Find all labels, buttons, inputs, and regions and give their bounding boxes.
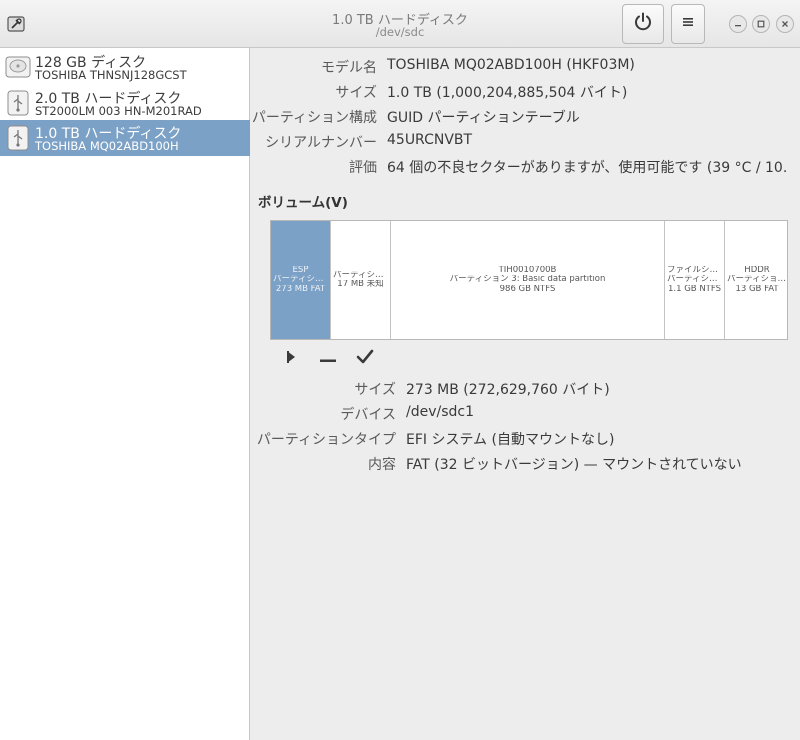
header-bar: 1.0 TB ハードディスク /dev/sdc xyxy=(0,0,800,48)
volumes-heading: ボリューム(V) xyxy=(258,195,348,211)
info-row-partitioning: パーティション構成 GUID パーティションテーブル xyxy=(251,107,800,127)
check-filesystem-button[interactable] xyxy=(353,347,377,371)
info-label: パーティション構成 xyxy=(251,110,377,126)
info-value: 273 MB (272,629,760 バイト) xyxy=(406,382,610,398)
checkmark-icon xyxy=(356,349,374,369)
info-label: モデル名 xyxy=(321,60,377,76)
info-label: 内容 xyxy=(368,457,396,473)
info-label: サイズ xyxy=(335,85,377,101)
info-row-size: サイズ 1.0 TB (1,000,204,885,504 バイト) xyxy=(251,82,800,102)
play-icon xyxy=(285,350,297,368)
minus-icon xyxy=(320,352,336,367)
info-value: EFI システム (自動マウントなし) xyxy=(406,432,615,448)
hard-disk-icon xyxy=(4,53,32,81)
minimize-icon xyxy=(734,17,742,32)
power-icon xyxy=(632,11,654,37)
drive-model: TOSHIBA THNSNJ128GCST xyxy=(35,68,187,82)
usb-drive-icon xyxy=(4,124,32,152)
maximize-icon xyxy=(757,17,765,32)
partition-number: パーティション … xyxy=(727,275,787,285)
volume-row-partition-type: パーティションタイプ EFI システム (自動マウントなし) xyxy=(251,429,800,449)
info-value: /dev/sdc1 xyxy=(406,404,475,420)
close-button[interactable] xyxy=(776,15,794,33)
partition-name: ファイルシステム xyxy=(667,265,724,275)
drive-item-128gb[interactable]: 128 GB ディスク TOSHIBA THNSNJ128GCST xyxy=(0,49,250,85)
partition-3[interactable]: TIH0010700B パーティション 3: Basic data partit… xyxy=(391,221,665,339)
partition-number: パーティション 3: Basic data partition xyxy=(449,275,606,285)
usb-drive-icon xyxy=(4,89,32,117)
partition-size: 13 GB FAT xyxy=(735,284,779,294)
info-row-serial: シリアルナンバー 45URCNVBT xyxy=(251,132,800,152)
close-icon xyxy=(781,17,789,32)
info-value: TOSHIBA MQ02ABD100H (HKF03M) xyxy=(387,57,635,73)
info-label: 評価 xyxy=(349,160,377,176)
partition-esp[interactable]: ESP パーティショ… 273 MB FAT xyxy=(271,221,331,339)
volume-row-size: サイズ 273 MB (272,629,760 バイト) xyxy=(251,379,800,399)
drive-model: TOSHIBA MQ02ABD100H xyxy=(35,139,179,153)
info-value: 45URCNVBT xyxy=(387,132,473,148)
drive-details-panel: モデル名 TOSHIBA MQ02ABD100H (HKF03M) サイズ 1.… xyxy=(251,48,800,740)
hamburger-menu-icon xyxy=(682,16,694,32)
info-label: サイズ xyxy=(354,382,396,398)
partition-name: TIH0010700B xyxy=(498,265,557,275)
drive-model: ST2000LM 003 HN-M201RAD xyxy=(35,104,202,118)
partition-number: パーティショ… xyxy=(333,270,390,280)
partition-name: ESP xyxy=(292,265,309,275)
partition-name: HDDR xyxy=(744,265,770,275)
minimize-button[interactable] xyxy=(729,15,747,33)
partition-number: パーティション 4 xyxy=(667,275,724,285)
partition-map: ESP パーティショ… 273 MB FAT パーティショ… 17 MB 未知 … xyxy=(270,220,788,340)
info-value: 1.0 TB (1,000,204,885,504 バイト) xyxy=(387,85,628,101)
info-row-model: モデル名 TOSHIBA MQ02ABD100H (HKF03M) xyxy=(251,57,800,77)
partition-size: 273 MB FAT xyxy=(275,284,326,294)
mount-button[interactable] xyxy=(279,347,303,371)
info-label: シリアルナンバー xyxy=(265,135,377,151)
info-label: デバイス xyxy=(340,407,396,423)
volume-row-device: デバイス /dev/sdc1 xyxy=(251,404,800,424)
partition-size: 1.1 GB NTFS xyxy=(667,284,722,294)
drive-menu-button[interactable] xyxy=(671,4,705,44)
info-label: パーティションタイプ xyxy=(256,432,396,448)
power-off-button[interactable] xyxy=(622,4,664,44)
drive-item-1tb[interactable]: 1.0 TB ハードディスク TOSHIBA MQ02ABD100H xyxy=(0,120,250,156)
delete-partition-button[interactable] xyxy=(316,347,340,371)
info-value: FAT (32 ビットバージョン) — マウントされていない xyxy=(406,457,742,473)
drive-list-sidebar: 128 GB ディスク TOSHIBA THNSNJ128GCST 2.0 TB… xyxy=(0,48,250,740)
partition-size: 986 GB NTFS xyxy=(499,284,556,294)
info-value: GUID パーティションテーブル xyxy=(387,110,580,126)
partition-2[interactable]: パーティショ… 17 MB 未知 xyxy=(331,221,391,339)
drive-item-2tb[interactable]: 2.0 TB ハードディスク ST2000LM 003 HN-M201RAD xyxy=(0,85,250,121)
partition-size: 17 MB 未知 xyxy=(337,280,384,289)
info-value: 64 個の不良セクターがありますが、使用可能です (39 °C / 10… xyxy=(387,160,787,176)
info-row-assessment: 評価 64 個の不良セクターがありますが、使用可能です (39 °C / 10… xyxy=(251,157,800,177)
partition-5[interactable]: HDDR パーティション … 13 GB FAT xyxy=(725,221,787,339)
partition-number: パーティショ… xyxy=(273,275,330,285)
volume-row-contents: 内容 FAT (32 ビットバージョン) — マウントされていない xyxy=(251,454,800,474)
partition-4[interactable]: ファイルシステム パーティション 4 1.1 GB NTFS xyxy=(665,221,725,339)
maximize-button[interactable] xyxy=(752,15,770,33)
